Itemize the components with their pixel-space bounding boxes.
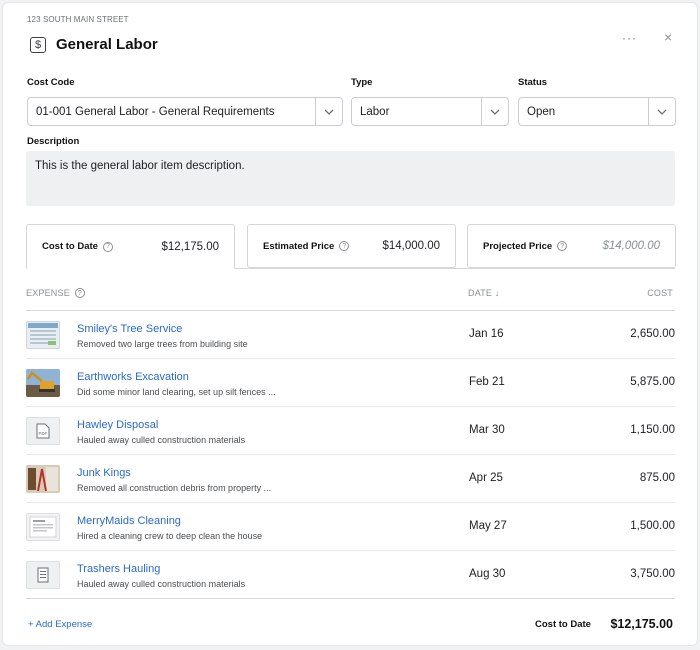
total-value: $12,175.00 [610,617,673,631]
help-icon[interactable]: ? [102,241,113,252]
project-address: 123 SOUTH MAIN STREET [27,15,129,24]
expense-date: Feb 21 [469,376,505,388]
table-row[interactable]: Junk Kings Removed all construction debr… [26,455,675,503]
status-value: Open [527,105,556,118]
pdf-icon[interactable]: PDF [26,417,60,445]
cost-item-panel: 123 SOUTH MAIN STREET $ General Labor ··… [2,2,698,646]
expense-note: Removed all construction debris from pro… [77,483,272,493]
vendor-link[interactable]: MerryMaids Cleaning [77,515,181,527]
chevron-down-icon [315,98,342,125]
table-row[interactable]: Earthworks Excavation Did some minor lan… [26,359,675,407]
page-title: General Labor [56,36,158,53]
expense-note: Removed two large trees from building si… [77,339,248,349]
help-icon[interactable]: ? [339,241,350,251]
vendor-link[interactable]: Smiley's Tree Service [77,323,182,335]
help-icon[interactable]: ? [74,288,85,298]
status-select[interactable]: Open [518,97,676,126]
title-row: $ General Labor [30,36,158,53]
tab-projected-price[interactable]: Projected Price ? $14,000.00 [467,224,676,268]
cost-column-header[interactable]: COST [647,288,673,298]
type-value: Labor [360,105,390,118]
total-label: Cost to Date [535,619,591,630]
receipt-thumbnail[interactable] [26,513,60,541]
table-row[interactable]: PDF Hawley Disposal Hauled away culled c… [26,407,675,455]
date-column-header[interactable]: DATE ↓ [468,288,500,298]
chevron-down-icon [481,98,508,125]
cost-code-label: Cost Code [27,77,75,88]
expense-cost: 2,650.00 [630,328,675,340]
expense-cost: 5,875.00 [630,376,675,388]
excavator-photo[interactable] [26,369,60,397]
dollar-icon: $ [30,36,46,53]
help-icon[interactable]: ? [557,241,568,251]
tab-label: Cost to Date [42,241,98,252]
add-expense-button[interactable]: + Add Expense [28,619,92,630]
cost-code-value: 01-001 General Labor - General Requireme… [36,105,275,118]
chevron-down-icon [648,98,675,125]
column-header-label: EXPENSE [26,288,70,298]
expense-cost: 1,150.00 [630,424,675,436]
expense-date: Jan 16 [469,328,504,340]
expense-cost: 3,750.00 [630,568,675,580]
type-select[interactable]: Labor [351,97,509,126]
vendor-link[interactable]: Trashers Hauling [77,563,160,575]
vendor-link[interactable]: Hawley Disposal [77,419,158,431]
cost-code-select[interactable]: 01-001 General Labor - General Requireme… [27,97,343,126]
tab-value: $14,000.00 [382,240,440,252]
expense-note: Did some minor land clearing, set up sil… [77,387,276,397]
vendor-link[interactable]: Junk Kings [77,467,131,479]
expense-date: May 27 [469,520,507,532]
expense-date: Aug 30 [469,568,506,580]
table-row[interactable]: Smiley's Tree Service Removed two large … [26,311,675,359]
tab-cost-to-date[interactable]: Cost to Date ? $12,175.00 [26,224,235,269]
expense-date: Mar 30 [469,424,505,436]
expense-note: Hauled away culled construction material… [77,579,246,589]
tab-label: Estimated Price [263,240,335,252]
close-icon[interactable]: × [664,29,672,45]
svg-text:PDF: PDF [39,431,48,436]
description-field[interactable]: This is the general labor item descripti… [26,151,675,206]
more-options-icon[interactable]: ··· [622,31,637,45]
interior-photo[interactable] [26,465,60,493]
tab-value: $12,175.00 [161,240,219,253]
expense-note: Hauled away culled construction material… [77,435,246,445]
vendor-link[interactable]: Earthworks Excavation [77,371,189,383]
expense-cost: 875.00 [639,472,675,484]
tab-label: Projected Price [483,240,553,252]
expense-note: Hired a cleaning crew to deep clean the … [77,531,263,541]
spreadsheet-thumbnail[interactable] [26,321,60,349]
status-label: Status [518,77,548,88]
table-row[interactable]: Trashers Hauling Hauled away culled cons… [26,551,675,599]
expense-column-header[interactable]: EXPENSE ? [26,288,85,298]
expense-cost: 1,500.00 [630,520,675,532]
tab-estimated-price[interactable]: Estimated Price ? $14,000.00 [247,224,456,268]
table-row[interactable]: MerryMaids Cleaning Hired a cleaning cre… [26,503,675,551]
tab-value: $14,000.00 [602,240,660,252]
description-label: Description [27,136,80,147]
document-icon[interactable] [26,561,60,589]
expense-date: Apr 25 [469,472,503,484]
type-label: Type [351,77,373,88]
